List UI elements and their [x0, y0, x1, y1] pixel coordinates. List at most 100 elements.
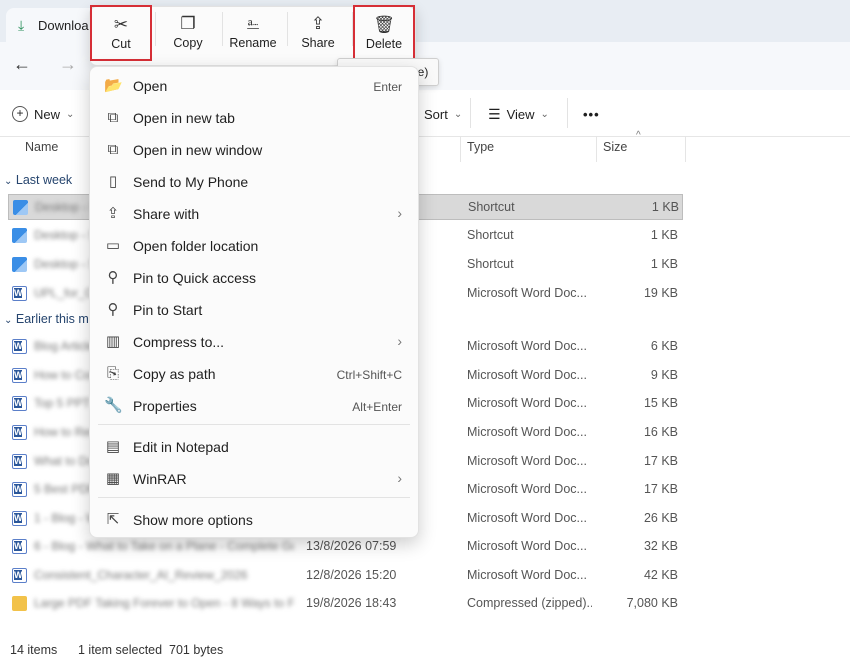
chevron-right-icon: ›	[397, 470, 402, 486]
plus-icon: +	[12, 106, 28, 122]
file-type: Microsoft Word Doc...	[467, 568, 587, 582]
file-row[interactable]: Large PDF Taking Forever to Open - 8 Way…	[8, 591, 683, 617]
file-size: 26 KB	[643, 511, 678, 525]
folder-location-icon: ▭	[105, 237, 121, 254]
file-size: 7,080 KB	[626, 596, 678, 610]
quick-action-divider	[155, 12, 156, 46]
shortcut-icon	[13, 200, 28, 215]
shortcut-icon	[12, 257, 27, 272]
column-divider[interactable]	[685, 136, 686, 162]
menu-item-label: Show more options	[133, 512, 253, 528]
word-icon	[12, 539, 27, 554]
menu-item-properties[interactable]: 🔧 Properties Alt+Enter	[90, 391, 416, 421]
quick-action-label: Cut	[111, 37, 131, 51]
file-name: Consistent_Character_AI_Review_2026	[34, 568, 248, 582]
menu-item-open-folder-location[interactable]: ▭ Open folder location	[90, 231, 416, 261]
file-name: 5 Best PDF	[34, 482, 94, 496]
column-header-name[interactable]: Name	[25, 140, 58, 162]
file-name: What to Do	[34, 454, 94, 468]
menu-item-winrar[interactable]: ▦ WinRAR ›	[90, 464, 416, 494]
toolbar-divider	[470, 98, 471, 128]
copy-button[interactable]: ❐ Copy	[157, 12, 219, 60]
column-divider[interactable]	[460, 136, 461, 162]
file-name: Desktop - Shortcut (3)	[34, 257, 94, 271]
view-button[interactable]: ☰ View ⌄	[488, 104, 549, 124]
pin-icon: ⚲	[107, 269, 119, 286]
menu-item-label: Open in new tab	[133, 110, 235, 126]
menu-item-open-in-new-tab[interactable]: ⧉ Open in new tab	[90, 103, 416, 133]
chevron-right-icon: ›	[397, 333, 402, 349]
sort-ascending-icon: ^	[636, 130, 641, 141]
menu-item-copy-as-path[interactable]: ⎘ Copy as path Ctrl+Shift+C	[90, 359, 416, 389]
menu-item-pin-to-start[interactable]: ⚲ Pin to Start	[90, 295, 416, 325]
menu-divider	[98, 497, 410, 498]
file-size: 1 KB	[650, 228, 678, 242]
menu-item-send-to-my-phone[interactable]: ▯ Send to My Phone	[90, 167, 416, 197]
forward-arrow-icon[interactable]: →	[56, 52, 80, 76]
word-icon	[12, 425, 27, 440]
file-type: Microsoft Word Doc...	[467, 425, 587, 439]
zip-icon	[12, 596, 27, 611]
word-icon	[12, 368, 27, 383]
menu-item-label: Open	[133, 78, 168, 94]
word-icon	[12, 511, 27, 526]
file-name: Blog Article	[34, 339, 94, 353]
share-button[interactable]: ⇪ Share	[287, 12, 349, 60]
menu-item-edit-in-notepad[interactable]: ▤ Edit in Notepad	[90, 432, 416, 462]
menu-item-pin-to-quick-access[interactable]: ⚲ Pin to Quick access	[90, 263, 416, 293]
menu-item-label: Send to My Phone	[133, 174, 249, 190]
file-size: 19 KB	[643, 286, 678, 300]
context-menu: 📂 Open Enter ⧉ Open in new tab ⧉ Open in new w…	[89, 66, 419, 538]
winrar-icon: ▦	[105, 470, 121, 487]
menu-item-open[interactable]: 📂 Open Enter	[90, 71, 416, 101]
phone-icon: ▯	[108, 173, 118, 190]
column-header-type[interactable]: Type	[467, 140, 494, 162]
quick-action-label: Copy	[173, 36, 203, 50]
menu-item-share-with[interactable]: ⇪ Share with ›	[90, 199, 416, 229]
share-icon: ⇪	[310, 14, 326, 33]
file-name: 6 - Blog - What to Take on a Plane - Com…	[34, 539, 294, 553]
shortcut-icon	[12, 228, 27, 243]
menu-item-open-in-new-window[interactable]: ⧉ Open in new window	[90, 135, 416, 165]
file-row[interactable]: Consistent_Character_AI_Review_2026 12/8/…	[8, 563, 683, 589]
copy-path-icon: ⎘	[106, 365, 119, 382]
more-options-button[interactable]: •••	[583, 104, 600, 124]
word-icon	[12, 339, 27, 354]
file-size: 15 KB	[643, 396, 678, 410]
file-type: Microsoft Word Doc...	[467, 339, 587, 353]
column-divider[interactable]	[596, 136, 597, 162]
file-type: Microsoft Word Doc...	[467, 539, 587, 553]
menu-item-shortcut: Alt+Enter	[352, 400, 402, 414]
file-size: 17 KB	[643, 482, 678, 496]
sort-button[interactable]: Sort ⌄	[424, 104, 462, 124]
menu-item-compress-to[interactable]: ▥ Compress to... ›	[90, 327, 416, 357]
new-window-icon: ⧉	[107, 141, 119, 158]
file-size: 1 KB	[651, 200, 679, 214]
menu-item-label: Open in new window	[133, 142, 263, 158]
quick-action-label: Delete	[365, 37, 403, 51]
file-date: 12/8/2026 15:20	[306, 568, 397, 582]
notepad-icon: ▤	[105, 438, 121, 455]
scissors-icon: ✂	[113, 15, 129, 34]
cut-button[interactable]: ✂ Cut	[90, 5, 152, 61]
word-icon	[12, 482, 27, 497]
file-type: Microsoft Word Doc...	[467, 511, 587, 525]
chevron-down-icon: ⌄	[66, 108, 75, 120]
back-arrow-icon[interactable]: ←	[10, 52, 34, 76]
menu-item-label: Compress to...	[133, 334, 225, 350]
file-name: How to Convert	[34, 368, 94, 382]
delete-button[interactable]: 🗑 Delete	[353, 5, 415, 61]
rename-button[interactable]: ⎁ Rename	[222, 12, 284, 60]
file-type: Shortcut	[468, 200, 515, 214]
menu-item-label: Copy as path	[133, 366, 216, 382]
status-selection: 1 item selected 701 bytes	[78, 643, 224, 657]
new-button[interactable]: + New ⌄	[12, 104, 74, 124]
quick-action-label: Rename	[229, 36, 277, 50]
file-name: UPL_for_Office	[34, 286, 94, 300]
menu-item-show-more-options[interactable]: ⇱ Show more options	[90, 505, 416, 535]
file-size: 17 KB	[643, 454, 678, 468]
column-header-size[interactable]: Size	[603, 140, 627, 162]
group-last-week[interactable]: ⌄ Last week	[4, 173, 72, 187]
rename-icon: ⎁	[246, 14, 260, 33]
chevron-right-icon: ›	[397, 205, 402, 221]
